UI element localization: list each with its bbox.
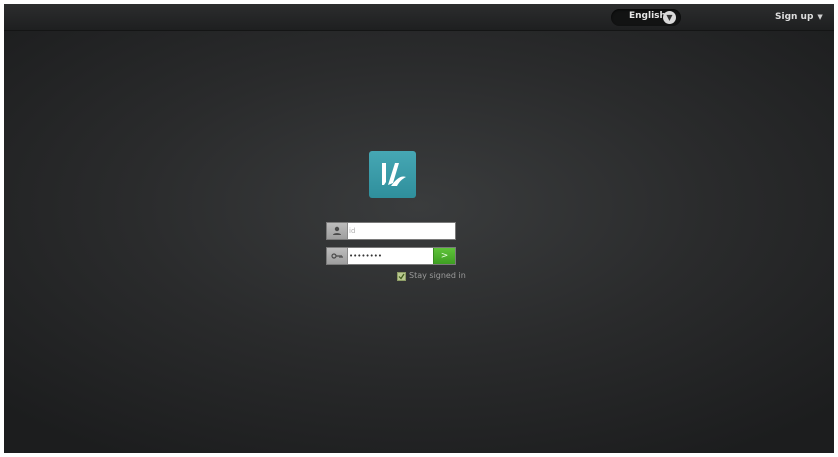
- app-window: English ▼ Sign up ▼ id > Stay signed in: [4, 4, 834, 453]
- signup-label: Sign up: [775, 12, 814, 22]
- id-field: [326, 222, 456, 240]
- check-icon: [398, 273, 405, 280]
- stay-signed-in-label: Stay signed in: [409, 271, 466, 280]
- key-icon: [327, 248, 348, 264]
- id-input[interactable]: [349, 223, 433, 239]
- stay-signed-in-checkbox[interactable]: [397, 272, 406, 281]
- caret-down-icon: ▼: [817, 13, 823, 21]
- language-label: English: [629, 11, 666, 21]
- password-field: >: [326, 247, 456, 265]
- user-icon: [327, 223, 348, 239]
- signup-menu[interactable]: Sign up ▼: [775, 12, 823, 22]
- submit-button[interactable]: >: [433, 248, 455, 264]
- language-selector[interactable]: English ▼: [611, 9, 681, 26]
- arrow-right-icon: >: [440, 251, 449, 261]
- chevron-down-icon: ▼: [663, 11, 676, 24]
- top-bar: English ▼ Sign up ▼: [4, 4, 834, 31]
- app-logo: [369, 151, 416, 198]
- logo-mark-icon: [382, 163, 406, 186]
- password-input[interactable]: [349, 248, 433, 264]
